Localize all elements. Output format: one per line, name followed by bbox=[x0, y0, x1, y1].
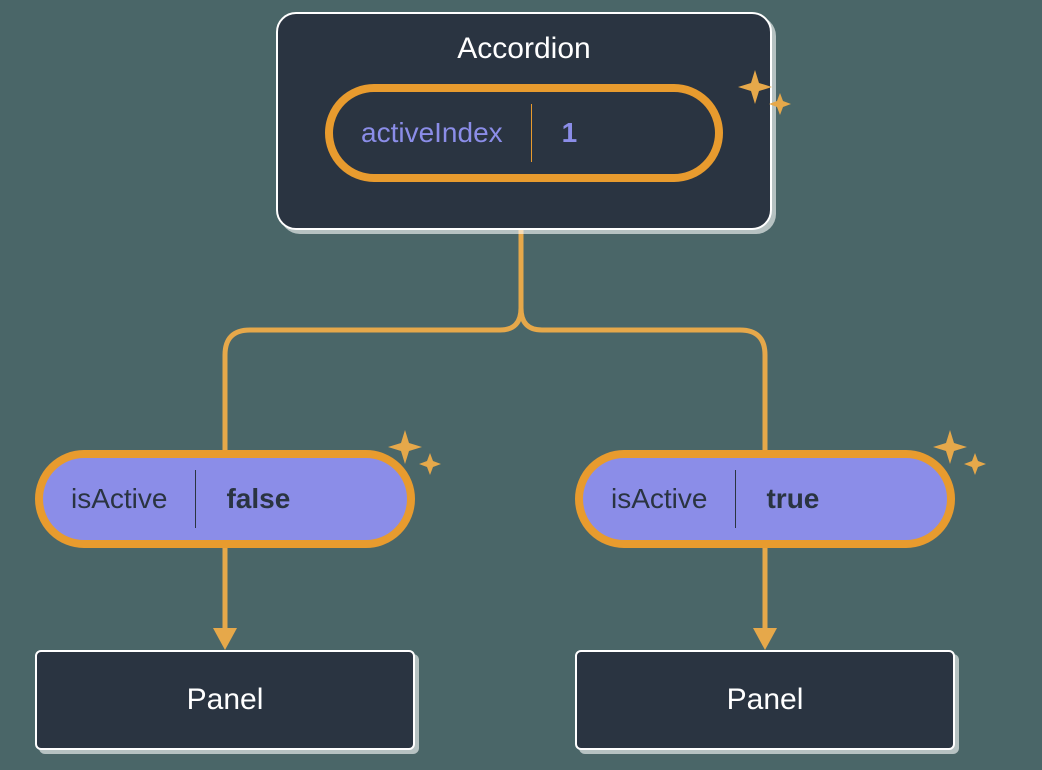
panel-component-box-right: Panel bbox=[575, 650, 955, 750]
panel-component-box-left: Panel bbox=[35, 650, 415, 750]
prop-label: isActive bbox=[583, 483, 735, 515]
sparkle-icon bbox=[930, 425, 1000, 495]
accordion-component-box: Accordion activeIndex 1 bbox=[276, 12, 772, 230]
accordion-state-pill: activeIndex 1 bbox=[325, 84, 723, 182]
accordion-title: Accordion bbox=[278, 32, 770, 66]
prop-value: true bbox=[735, 470, 849, 527]
panel-prop-pill-left: isActive false bbox=[35, 450, 415, 548]
sparkle-icon bbox=[735, 65, 805, 135]
panel-label: Panel bbox=[187, 683, 264, 717]
panel-label: Panel bbox=[727, 683, 804, 717]
panel-prop-pill-right: isActive true bbox=[575, 450, 955, 548]
state-value: 1 bbox=[531, 104, 608, 161]
prop-value: false bbox=[195, 470, 320, 527]
state-diagram: Accordion activeIndex 1 isActive false i… bbox=[0, 0, 1042, 770]
state-label: activeIndex bbox=[333, 117, 531, 149]
prop-label: isActive bbox=[43, 483, 195, 515]
sparkle-icon bbox=[385, 425, 455, 495]
